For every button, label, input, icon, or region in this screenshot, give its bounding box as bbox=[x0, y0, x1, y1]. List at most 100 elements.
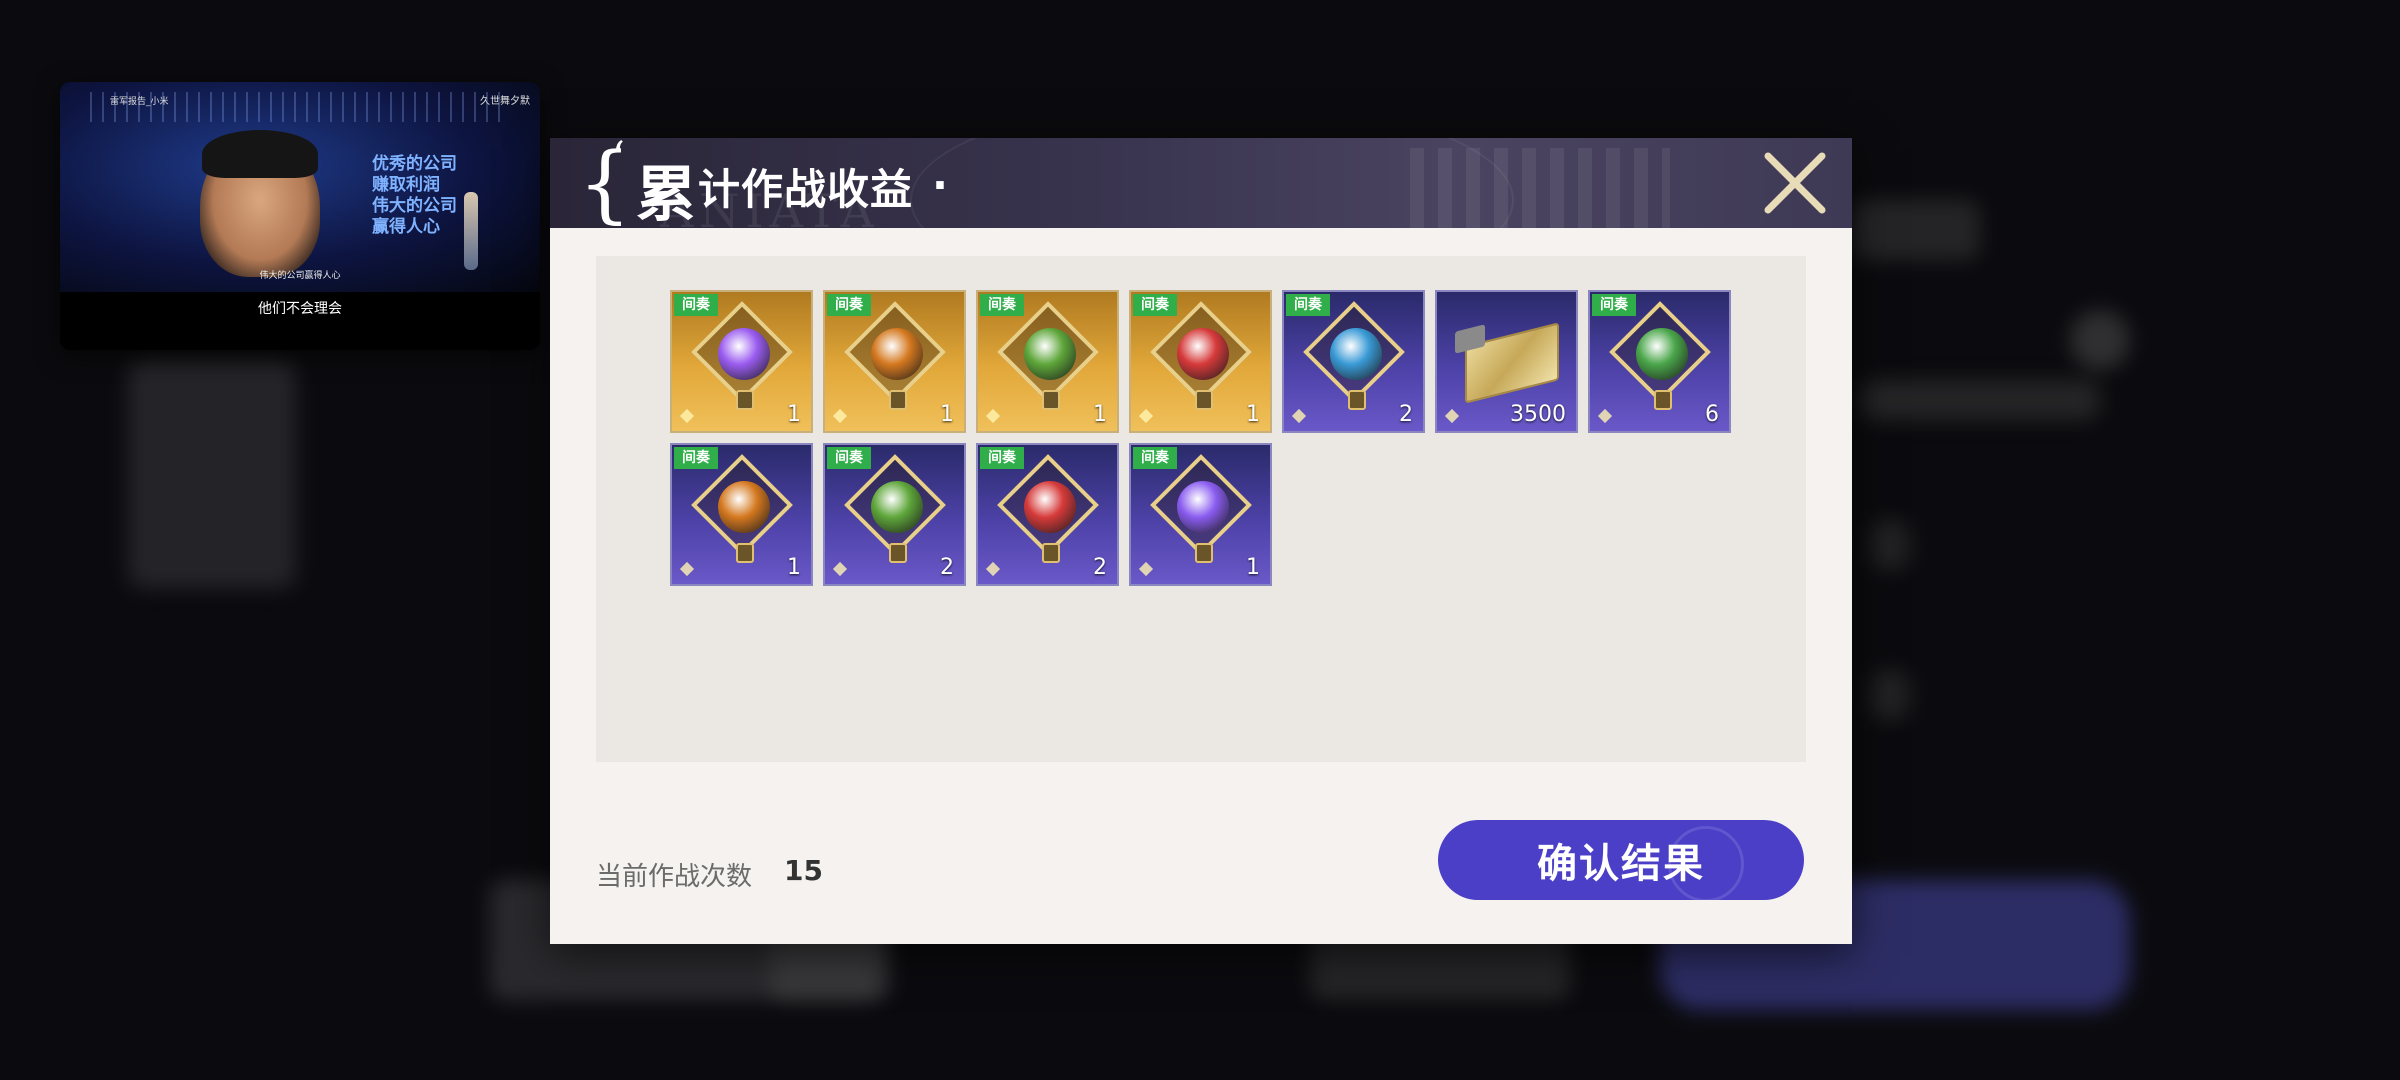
video-tag-left: 雷军报告_小米 bbox=[110, 97, 169, 107]
item-count: 2 bbox=[1093, 555, 1107, 580]
orange-gem-icon bbox=[691, 454, 794, 563]
gem-core bbox=[1330, 328, 1382, 380]
slogan-line: 赚取利润 bbox=[372, 175, 440, 195]
slogan-line: 优秀的公司 bbox=[372, 154, 457, 174]
gem-lock-icon bbox=[1348, 390, 1366, 410]
green-gem-icon bbox=[997, 301, 1100, 410]
confirm-result-button[interactable]: 确认结果 bbox=[1438, 820, 1804, 900]
blurred-label bbox=[1860, 380, 2100, 420]
sparkle-icon bbox=[832, 561, 848, 577]
reward-item[interactable]: 间奏 1 bbox=[670, 443, 813, 586]
reward-item[interactable]: 间奏 1 bbox=[1129, 443, 1272, 586]
reward-item[interactable]: 间奏 2 bbox=[823, 443, 966, 586]
red-gem-icon bbox=[997, 454, 1100, 563]
blurred-label bbox=[1850, 200, 1980, 260]
gem-core bbox=[1177, 481, 1229, 533]
title-dot: . bbox=[932, 150, 948, 199]
slogan-line: 赢得人心 bbox=[372, 217, 440, 237]
item-type-badge: 间奏 bbox=[980, 447, 1024, 469]
video-frame: 优秀的公司 赚取利润 伟大的公司 赢得人心 雷军报告_小米 久世舞夕默 伟大的公… bbox=[60, 82, 540, 292]
video-subtitle-small: 伟大的公司赢得人心 bbox=[259, 271, 341, 281]
gem-lock-icon bbox=[1195, 543, 1213, 563]
item-type-badge: 间奏 bbox=[1592, 294, 1636, 316]
dialog-header: ANIATA { ‘ 累 计作战收益 . bbox=[550, 138, 1852, 228]
gem-core bbox=[1024, 481, 1076, 533]
blurred-icon bbox=[1870, 520, 1910, 570]
gem-lock-icon bbox=[736, 543, 754, 563]
item-count: 3500 bbox=[1510, 402, 1566, 427]
reward-item[interactable]: 间奏 1 bbox=[823, 290, 966, 433]
slogan-line: 伟大的公司 bbox=[372, 196, 457, 216]
sparkle-icon bbox=[832, 408, 848, 424]
gem-core bbox=[871, 328, 923, 380]
dialog-title: 计作战收益 bbox=[698, 165, 914, 214]
sparkle-icon bbox=[1291, 408, 1307, 424]
red-gem-icon bbox=[1150, 301, 1253, 410]
green-shield-gem-icon bbox=[1609, 301, 1712, 410]
blurred-panel bbox=[128, 360, 296, 588]
battle-count-label: 当前作战次数 bbox=[596, 862, 753, 892]
item-type-badge: 间奏 bbox=[1133, 294, 1177, 316]
gem-core bbox=[718, 481, 770, 533]
reward-item[interactable]: 间奏 1 bbox=[670, 290, 813, 433]
gem-lock-icon bbox=[1042, 390, 1060, 410]
item-count: 2 bbox=[940, 555, 954, 580]
close-x-icon bbox=[1764, 152, 1826, 214]
gem-lock-icon bbox=[1195, 390, 1213, 410]
floating-video-window[interactable]: 优秀的公司 赚取利润 伟大的公司 赢得人心 雷军报告_小米 久世舞夕默 伟大的公… bbox=[60, 82, 540, 350]
gem-lock-icon bbox=[1654, 390, 1672, 410]
sparkle-icon bbox=[985, 408, 1001, 424]
sparkle-icon bbox=[985, 561, 1001, 577]
confirm-button-label: 确认结果 bbox=[1537, 841, 1705, 887]
item-count: 1 bbox=[1246, 402, 1260, 427]
green-gem-icon bbox=[844, 454, 947, 563]
reward-item[interactable]: 间奏 1 bbox=[976, 290, 1119, 433]
gem-core bbox=[1177, 328, 1229, 380]
sparkle-icon bbox=[679, 561, 695, 577]
reward-item[interactable]: 3500 bbox=[1435, 290, 1578, 433]
gem-core bbox=[871, 481, 923, 533]
title-quote-icon: ‘ bbox=[612, 138, 625, 180]
battle-rewards-dialog: ANIATA { ‘ 累 计作战收益 . 间奏 1 间奏 1 间奏 1 间奏 1 间奏 2 3500… bbox=[550, 138, 1852, 944]
blue-gem-icon bbox=[1303, 301, 1406, 410]
reward-item[interactable]: 间奏 6 bbox=[1588, 290, 1731, 433]
purple-gem-icon bbox=[691, 301, 794, 410]
reward-item[interactable]: 间奏 2 bbox=[976, 443, 1119, 586]
header-decoration bbox=[1410, 148, 1670, 228]
title-first-char: 累 bbox=[636, 160, 696, 228]
reward-item[interactable]: 间奏 1 bbox=[1129, 290, 1272, 433]
video-tag-right: 久世舞夕默 bbox=[480, 96, 530, 107]
item-type-badge: 间奏 bbox=[980, 294, 1024, 316]
presenter-figure bbox=[464, 192, 478, 270]
battle-count-value: 15 bbox=[784, 854, 823, 887]
close-button[interactable] bbox=[1758, 146, 1832, 220]
purple-gem-icon bbox=[1150, 454, 1253, 563]
item-count: 6 bbox=[1705, 402, 1719, 427]
sparkle-icon bbox=[1138, 561, 1154, 577]
item-type-badge: 间奏 bbox=[674, 447, 718, 469]
item-count: 1 bbox=[1246, 555, 1260, 580]
gem-core bbox=[1636, 328, 1688, 380]
video-caption: 他们不会理会 bbox=[258, 301, 342, 317]
rewards-panel: 间奏 1 间奏 1 间奏 1 间奏 1 间奏 2 3500 间奏 6 间奏 1 间奏 2 间奏 2 间奏 1 bbox=[596, 256, 1806, 762]
item-count: 1 bbox=[1093, 402, 1107, 427]
item-type-badge: 间奏 bbox=[827, 447, 871, 469]
reward-items-grid: 间奏 1 间奏 1 间奏 1 间奏 1 间奏 2 3500 间奏 6 间奏 1 间奏 2 间奏 2 间奏 1 bbox=[670, 290, 1750, 586]
video-slogan: 优秀的公司 赚取利润 伟大的公司 赢得人心 bbox=[372, 154, 457, 238]
sparkle-icon bbox=[1444, 408, 1460, 424]
item-type-badge: 间奏 bbox=[674, 294, 718, 316]
gem-lock-icon bbox=[736, 390, 754, 410]
speaker-hair bbox=[202, 130, 318, 178]
orange-gem-icon bbox=[844, 301, 947, 410]
gem-core bbox=[718, 328, 770, 380]
item-type-badge: 间奏 bbox=[1286, 294, 1330, 316]
gem-lock-icon bbox=[889, 543, 907, 563]
blurred-icon bbox=[2070, 310, 2130, 370]
reward-item[interactable]: 间奏 2 bbox=[1282, 290, 1425, 433]
blurred-icon bbox=[1870, 670, 1910, 720]
item-count: 2 bbox=[1399, 402, 1413, 427]
sparkle-icon bbox=[1597, 408, 1613, 424]
item-count: 1 bbox=[787, 555, 801, 580]
gem-lock-icon bbox=[889, 390, 907, 410]
item-type-badge: 间奏 bbox=[827, 294, 871, 316]
